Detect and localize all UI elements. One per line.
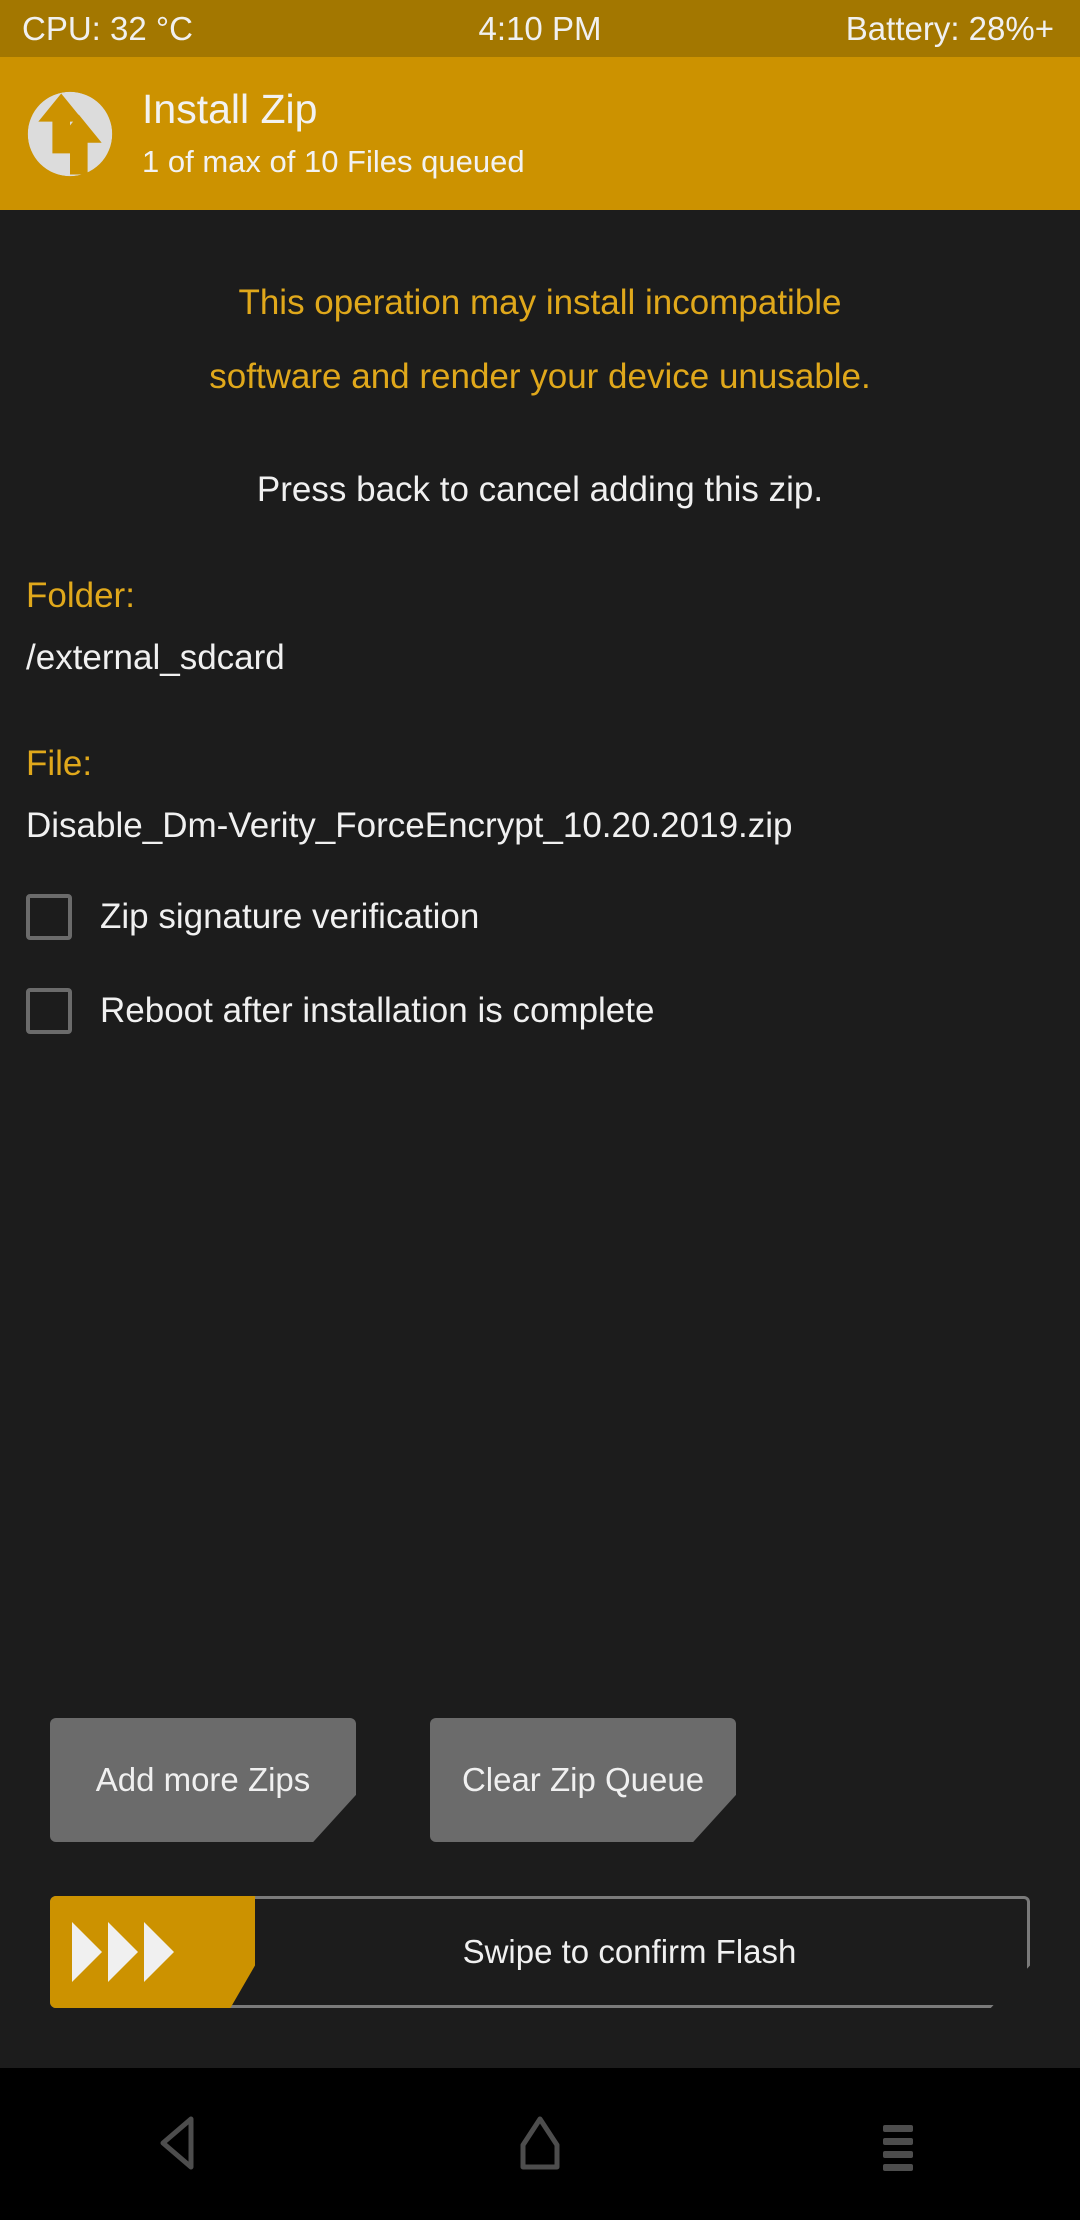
chevron-right-icon bbox=[108, 1922, 138, 1982]
status-bar: CPU: 32 °C 4:10 PM Battery: 28%+ bbox=[0, 0, 1080, 57]
twrp-logo-icon bbox=[26, 90, 114, 178]
swipe-label: Swipe to confirm Flash bbox=[462, 1933, 797, 1970]
back-button[interactable] bbox=[110, 2099, 250, 2189]
home-icon bbox=[515, 2115, 565, 2174]
back-triangle-icon bbox=[155, 2115, 205, 2174]
zip-signature-verification-checkbox[interactable] bbox=[26, 894, 72, 940]
page-body: This operation may install incompatible … bbox=[0, 210, 1080, 2068]
warning-line-2: software and render your device unusable… bbox=[209, 357, 871, 396]
page-title: Install Zip bbox=[142, 86, 318, 133]
add-more-zips-button[interactable]: Add more Zips bbox=[50, 1718, 356, 1842]
folder-value: /external_sdcard bbox=[26, 638, 285, 677]
home-button[interactable] bbox=[470, 2099, 610, 2189]
warning-line-1: This operation may install incompatible bbox=[238, 283, 842, 322]
menu-button[interactable] bbox=[830, 2099, 970, 2189]
zip-signature-verification-label: Zip signature verification bbox=[100, 897, 480, 936]
checkbox-row-zip-signature-verification[interactable]: Zip signature verification bbox=[26, 894, 1054, 940]
header-text-group: Install Zip 1 of max of 10 Files queued bbox=[142, 86, 525, 180]
file-value: Disable_Dm-Verity_ForceEncrypt_10.20.201… bbox=[26, 806, 793, 845]
checkbox-row-reboot-after-install[interactable]: Reboot after installation is complete bbox=[26, 988, 1054, 1034]
hamburger-menu-icon bbox=[875, 2115, 925, 2174]
battery-status: Battery: 28%+ bbox=[845, 9, 1054, 47]
reboot-after-install-label: Reboot after installation is complete bbox=[100, 991, 655, 1030]
twrp-install-zip-screen: CPU: 32 °C 4:10 PM Battery: 28%+ Install… bbox=[0, 0, 1080, 2220]
queue-status: 1 of max of 10 Files queued bbox=[142, 144, 525, 180]
cancel-hint: Press back to cancel adding this zip. bbox=[256, 470, 824, 509]
chevron-right-icon bbox=[72, 1922, 102, 1982]
swipe-to-confirm-flash-slider[interactable]: Swipe to confirm Flash bbox=[50, 1896, 1030, 2008]
warning-message: This operation may install incompatible … bbox=[26, 266, 1054, 414]
android-navigation-bar bbox=[0, 2068, 1080, 2220]
swipe-handle[interactable] bbox=[50, 1896, 255, 2008]
folder-label: Folder: bbox=[26, 576, 135, 615]
reboot-after-install-checkbox[interactable] bbox=[26, 988, 72, 1034]
clear-zip-queue-button[interactable]: Clear Zip Queue bbox=[430, 1718, 736, 1842]
chevron-right-icon bbox=[144, 1922, 174, 1982]
file-label: File: bbox=[26, 744, 93, 783]
action-button-row: Add more Zips Clear Zip Queue bbox=[26, 1718, 1054, 1842]
page-header: Install Zip 1 of max of 10 Files queued bbox=[0, 57, 1080, 210]
